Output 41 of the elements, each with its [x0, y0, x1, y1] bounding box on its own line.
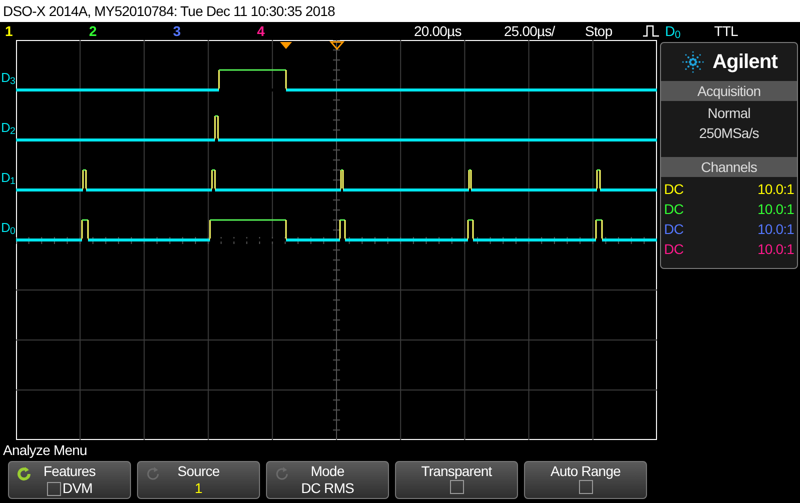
channel-coupling: DC [664, 220, 684, 239]
softkey-button[interactable]: Features DVM [8, 461, 131, 499]
channel-number[interactable]: 4 [257, 22, 264, 38]
checkbox[interactable] [450, 480, 464, 494]
trace-label: D$_{0}$ [1, 218, 16, 237]
channel-coupling: DC [664, 180, 684, 199]
menu-title: Analyze Menu [3, 441, 87, 460]
softkey-value: DVM [62, 480, 92, 497]
channel-coupling: DC [664, 240, 684, 259]
trigger-level: TTL [714, 22, 738, 40]
softkey-button[interactable]: Mode DC RMS [266, 461, 389, 499]
trace-label: D$_{3}$ [1, 68, 16, 87]
softkey-button[interactable]: Auto Range [524, 461, 647, 499]
channel-number[interactable]: 1 [5, 22, 12, 38]
softkey-value: DC RMS [301, 480, 354, 497]
checkbox[interactable] [46, 482, 61, 496]
sparkle-logo-icon [680, 50, 704, 74]
softkey-value: 1 [194, 480, 202, 497]
section-header: Channels [661, 157, 797, 177]
trace-label: D$_{2}$ [1, 118, 16, 137]
acquisition-mode: Normal [708, 104, 750, 123]
channel-number[interactable]: 2 [89, 22, 96, 38]
delay-readout: 20.00µs [414, 22, 462, 41]
section-header: Acquisition [661, 81, 797, 101]
run-state: Stop [585, 22, 614, 41]
softkey-button[interactable]: Transparent [395, 461, 518, 499]
channel-number[interactable]: 3 [173, 22, 180, 38]
softkey-button[interactable]: Source 1 [137, 461, 260, 499]
window-title: DSO-X 2014A, MY52010784: Tue Dec 11 10:30:35 2018 [3, 2, 335, 20]
brand-logo: Agilent [712, 50, 778, 75]
probe-ratio: 10.0:1 [757, 180, 794, 199]
probe-ratio: 10.0:1 [757, 240, 794, 259]
probe-ratio: 10.0:1 [757, 220, 794, 239]
trigger-source: D$_{0}$ [665, 22, 680, 42]
sample-rate: 250MSa/s [699, 124, 759, 143]
probe-ratio: 10.0:1 [757, 200, 794, 219]
rising-edge-icon [643, 25, 659, 37]
channel-coupling: DC [664, 200, 684, 219]
timebase-readout: 25.00µs/ [504, 22, 556, 41]
checkbox[interactable] [578, 480, 592, 494]
trace-label: D$_{1}$ [1, 168, 16, 187]
